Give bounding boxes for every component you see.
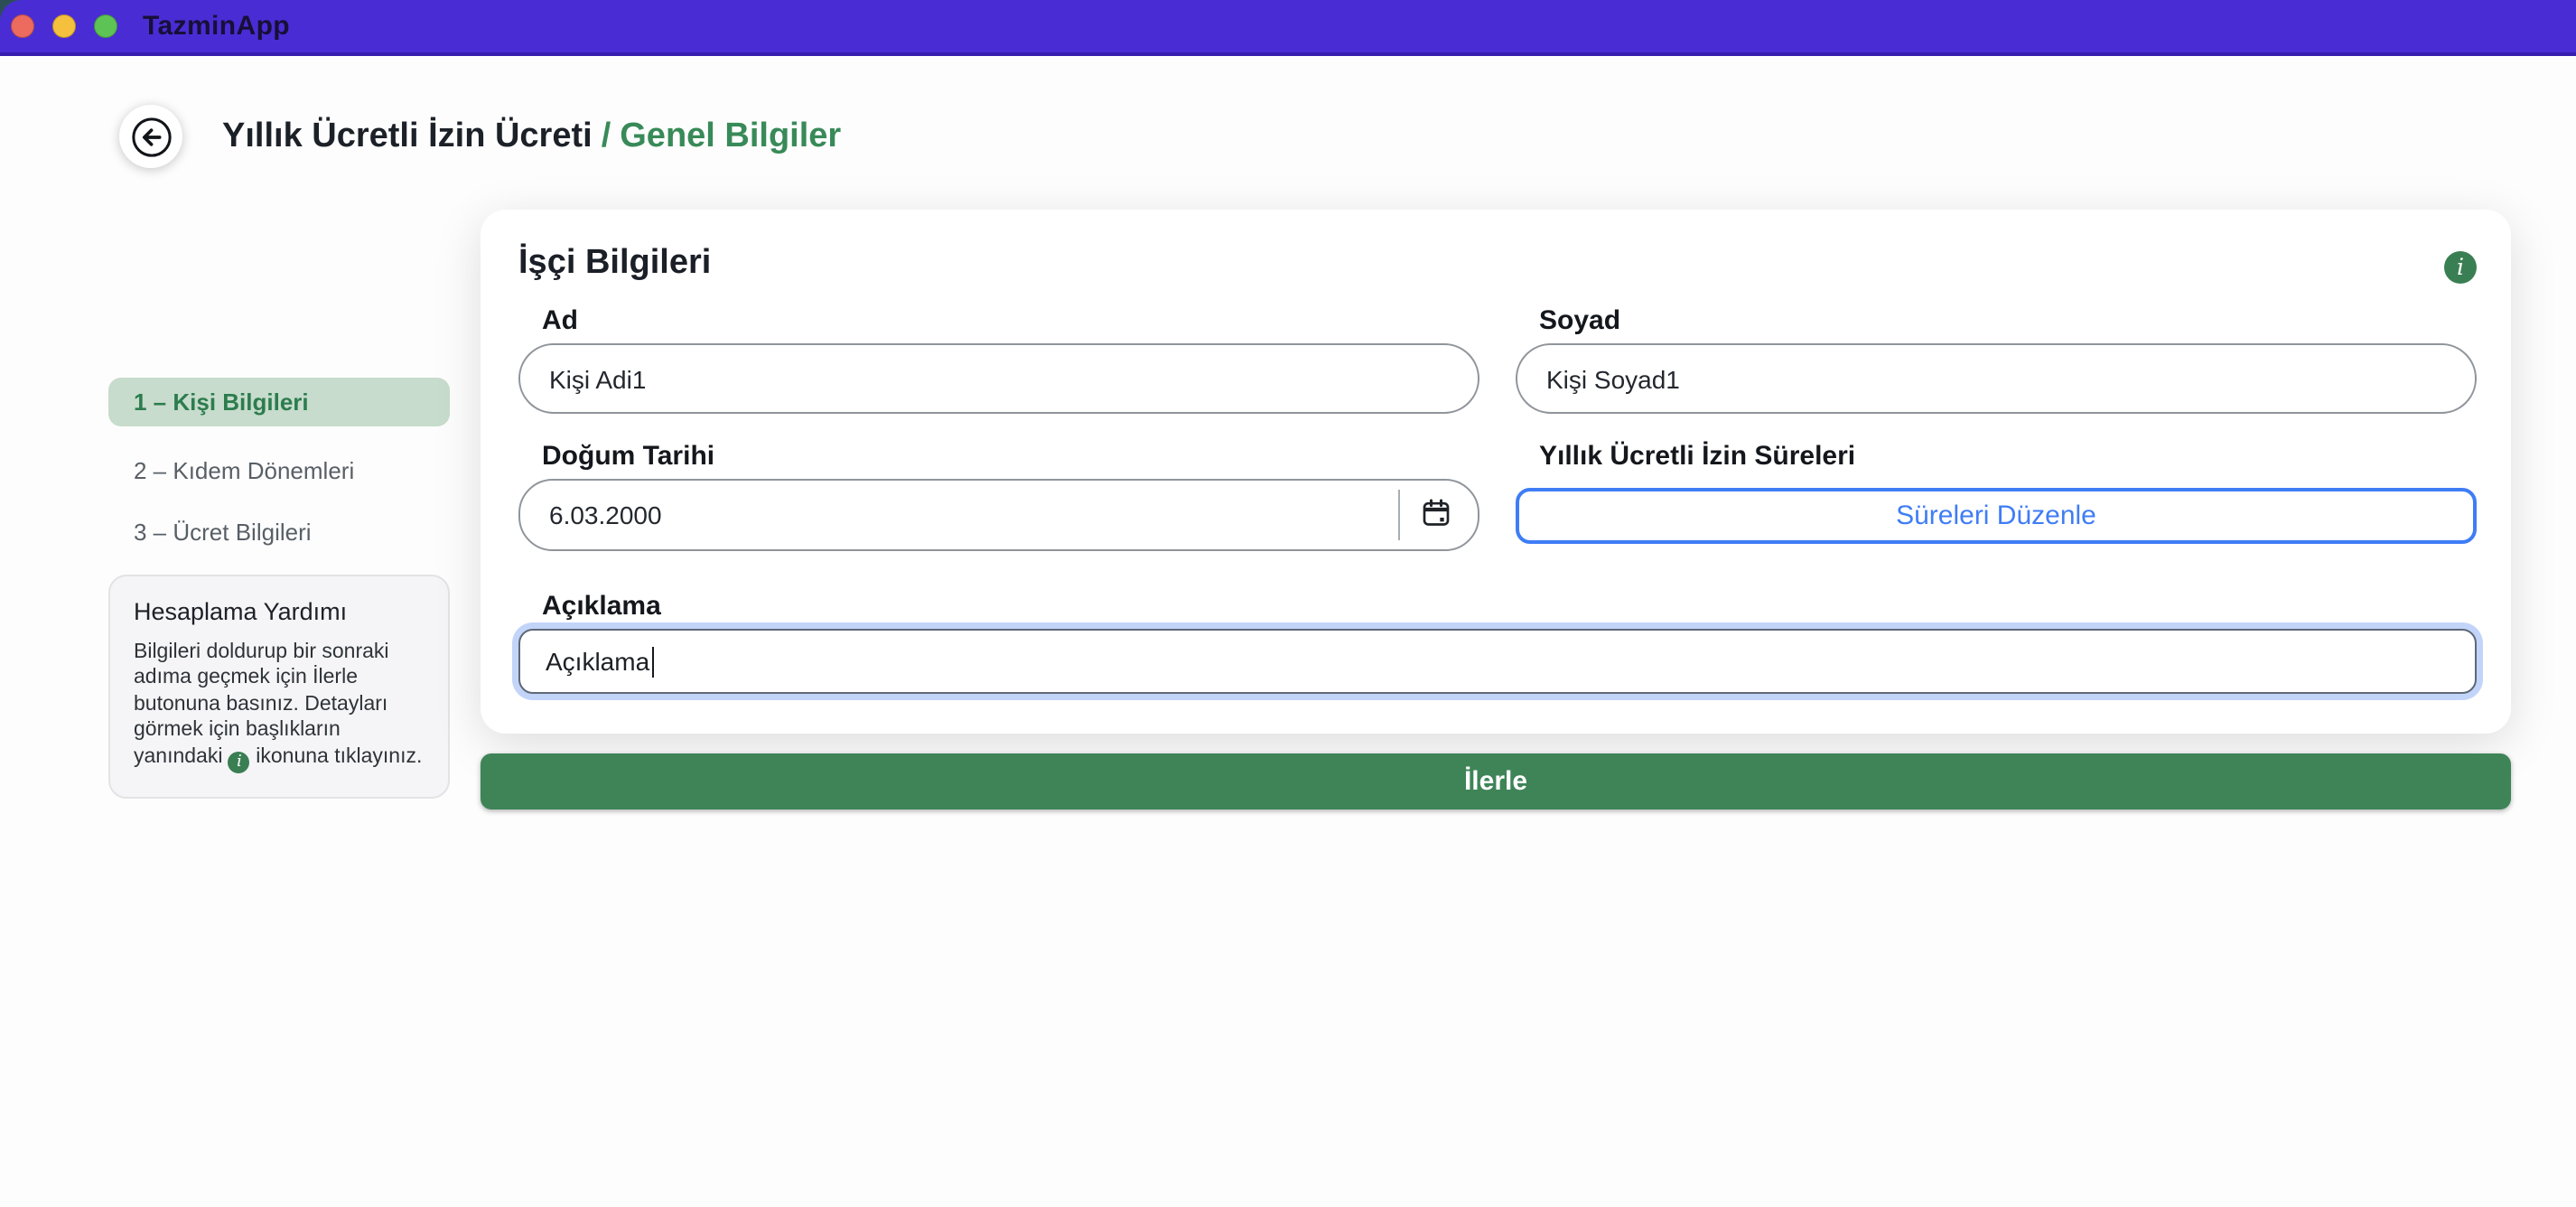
- ad-input[interactable]: [518, 343, 1479, 414]
- step-sidebar: 1 – Kişi Bilgileri 2 – Kıdem Dönemleri 3…: [108, 378, 450, 571]
- sidebar-step-ucret-bilgileri[interactable]: 3 – Ücret Bilgileri: [108, 510, 450, 555]
- app-title: TazminApp: [143, 11, 290, 42]
- sidebar-step-kisi-bilgileri[interactable]: 1 – Kişi Bilgileri: [108, 378, 450, 426]
- field-izin-sureleri: Yıllık Ücretli İzin Süreleri Süreleri Dü…: [1516, 441, 2477, 551]
- zoom-window-button[interactable]: [94, 14, 117, 38]
- calendar-icon: [1418, 495, 1454, 531]
- date-input-divider: [1398, 490, 1400, 540]
- soyad-label: Soyad: [1539, 305, 2477, 338]
- help-box: Hesaplama Yardımı Bilgileri doldurup bir…: [108, 575, 450, 799]
- aciklama-textarea[interactable]: Açıklama: [518, 629, 2477, 694]
- soyad-input[interactable]: [1516, 343, 2477, 414]
- breadcrumb-separator: /: [602, 117, 611, 155]
- info-icon: i: [229, 752, 250, 773]
- calendar-picker-button[interactable]: [1414, 491, 1458, 535]
- proceed-button[interactable]: İlerle: [481, 753, 2511, 809]
- dogum-tarihi-label: Doğum Tarihi: [542, 441, 1479, 473]
- help-body-after: ikonuna tıklayınız.: [256, 745, 422, 767]
- dogum-tarihi-value: 6.03.2000: [549, 501, 662, 529]
- page-title-main: Yıllık Ücretli İzin Ücreti: [222, 117, 593, 155]
- aciklama-value: Açıklama: [546, 647, 649, 676]
- ad-label: Ad: [542, 305, 1479, 338]
- minimize-window-button[interactable]: [52, 14, 76, 38]
- info-icon-button[interactable]: i: [2444, 251, 2477, 284]
- field-aciklama: Açıklama Açıklama: [518, 591, 2477, 694]
- breadcrumb-section: Genel Bilgiler: [620, 117, 841, 155]
- back-button[interactable]: [119, 105, 182, 168]
- dogum-tarihi-input[interactable]: 6.03.2000: [518, 479, 1479, 551]
- izin-sureleri-label: Yıllık Ücretli İzin Süreleri: [1539, 441, 2477, 473]
- window-controls: [11, 14, 117, 38]
- field-ad: Ad: [518, 305, 1479, 414]
- app-window: TazminApp Yıllık Ücretli İzin Ücreti/Gen…: [0, 0, 2576, 1207]
- arrow-left-circle-icon: [127, 113, 174, 160]
- edit-durations-button[interactable]: Süreleri Düzenle: [1516, 488, 2477, 544]
- help-box-title: Hesaplama Yardımı: [134, 598, 425, 625]
- sidebar-step-kidem-donemleri[interactable]: 2 – Kıdem Dönemleri: [108, 448, 450, 493]
- page-title: Yıllık Ücretli İzin Ücreti/Genel Bilgile…: [222, 117, 841, 157]
- field-soyad: Soyad: [1516, 305, 2477, 414]
- card-title: İşçi Bilgileri: [518, 242, 711, 285]
- close-window-button[interactable]: [11, 14, 34, 38]
- window-titlebar: TazminApp: [0, 0, 2576, 56]
- worker-info-card: İşçi Bilgileri i Ad Soyad Doğum Tarihi 6…: [481, 210, 2511, 734]
- help-box-body: Bilgileri doldurup bir sonraki adıma geç…: [134, 640, 425, 773]
- field-dogum-tarihi: Doğum Tarihi 6.03.2000: [518, 441, 1479, 551]
- aciklama-label: Açıklama: [542, 591, 2477, 623]
- text-caret: [651, 646, 654, 677]
